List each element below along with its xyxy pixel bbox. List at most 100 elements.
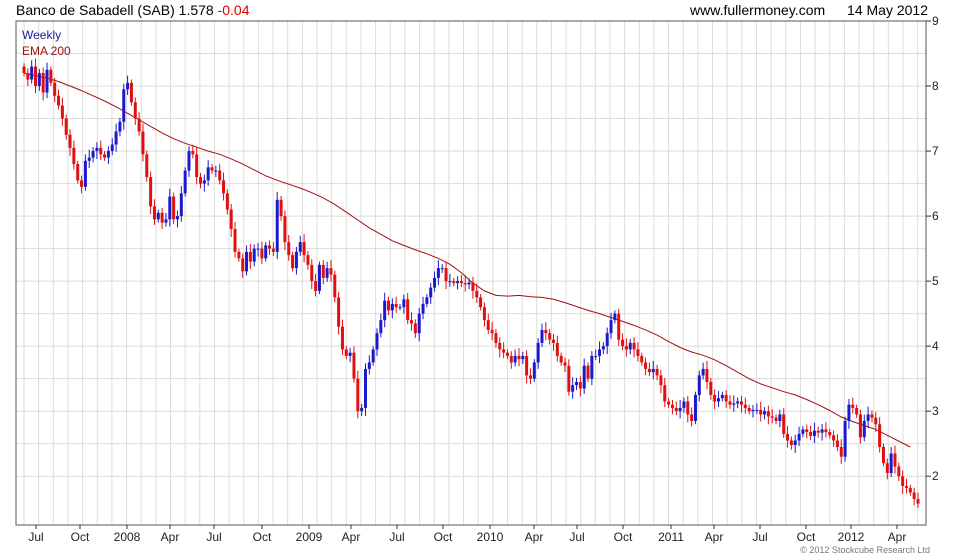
candle-body-down	[709, 381, 713, 395]
candle-body-down	[555, 342, 559, 356]
candle-body-up	[398, 307, 402, 309]
candle-body-up	[164, 219, 168, 223]
x-tick-label: Apr	[342, 530, 361, 544]
candle-body-down	[145, 154, 149, 178]
candle-body-down	[149, 177, 153, 207]
candle-body-down	[743, 404, 747, 408]
candle-body-up	[417, 313, 421, 334]
candle-body-down	[76, 164, 80, 181]
candle-body-down	[858, 414, 862, 438]
candle-body-down	[904, 485, 908, 488]
candle-body-down	[705, 368, 709, 382]
x-tick-label: Jul	[389, 530, 404, 544]
candle-body-up	[214, 170, 218, 172]
x-tick-label: Apr	[888, 530, 907, 544]
candle-body-down	[306, 255, 310, 265]
candle-body-down	[133, 102, 137, 119]
candle-body-down	[494, 333, 498, 343]
candle-body-down	[80, 180, 84, 187]
candle-body-up	[264, 245, 268, 259]
candle-body-down	[544, 329, 548, 334]
candle-body-down	[210, 167, 214, 171]
grid-lines	[16, 20, 926, 525]
candle-body-up	[820, 429, 824, 433]
candle-body-down	[218, 170, 222, 181]
candle-body-down	[509, 355, 513, 363]
x-tick-label: Jul	[569, 530, 584, 544]
candle-body-down	[195, 154, 199, 178]
candle-body-up	[751, 409, 755, 412]
x-tick-label: 2009	[296, 530, 323, 544]
candle-body-up	[95, 147, 99, 152]
candle-body-down	[828, 432, 832, 436]
candle-body-up	[245, 251, 249, 272]
candle-body-down	[129, 82, 133, 103]
x-tick-label: 2011	[658, 530, 684, 544]
candle-body-up	[575, 381, 579, 386]
candle-body-up	[168, 196, 172, 220]
candle-body-up	[605, 333, 609, 347]
candle-body-down	[636, 349, 640, 356]
candle-body-down	[287, 242, 291, 256]
y-axis: 2 3 4 5 6 7 8 9	[926, 14, 939, 483]
candle-body-down	[490, 329, 494, 334]
candle-body-down	[517, 355, 521, 360]
candle-body-down	[759, 409, 763, 415]
candle-body-down	[747, 407, 751, 412]
candle-body-down	[805, 429, 809, 433]
candle-body-down	[241, 258, 245, 272]
x-tick-label: Oct	[614, 530, 633, 544]
candle-body-down	[198, 177, 202, 184]
candle-body-up	[736, 401, 740, 404]
candle-body-down	[57, 95, 61, 106]
candle-body-down	[885, 463, 889, 473]
x-tick-label: Oct	[71, 530, 90, 544]
candle-body-down	[302, 242, 306, 256]
candle-body-up	[793, 440, 797, 446]
candle-body-down	[99, 147, 103, 155]
candle-body-down	[505, 352, 509, 356]
candle-body-down	[22, 66, 26, 74]
candle-body-up	[433, 277, 437, 288]
candle-body-down	[881, 446, 885, 464]
candle-body-up	[91, 151, 95, 158]
candle-body-down	[310, 264, 314, 282]
candle-body-up	[110, 144, 114, 152]
candle-body-down	[72, 147, 76, 165]
candle-body-up	[360, 407, 364, 412]
candle-body-up	[298, 242, 302, 252]
y-tick-label: 2	[932, 469, 939, 483]
candle-body-down	[724, 394, 728, 402]
candle-body-up	[436, 268, 440, 278]
x-tick-label: Jul	[206, 530, 221, 544]
candle-body-up	[206, 167, 210, 181]
candle-body-up	[847, 404, 851, 421]
candle-body-down	[321, 264, 325, 278]
candle-body-down	[640, 355, 644, 363]
candle-body-up	[720, 394, 724, 399]
candle-body-up	[651, 368, 655, 373]
candle-body-down	[816, 430, 820, 433]
candle-body-down	[233, 229, 237, 252]
candle-body-down	[26, 73, 30, 80]
copyright-footer: © 2012 Stockcube Research Ltd	[800, 545, 930, 555]
candle-body-down	[655, 368, 659, 376]
candle-body-down	[314, 281, 318, 291]
legend-weekly: Weekly	[22, 28, 61, 42]
candle-body-up	[202, 180, 206, 184]
candle-body-up	[294, 251, 298, 269]
candle-body-down	[248, 251, 252, 262]
x-tick-label: Oct	[797, 530, 816, 544]
candle-body-up	[801, 429, 805, 434]
candle-body-down	[34, 66, 38, 87]
candle-body-down	[559, 355, 563, 363]
candle-body-up	[467, 282, 471, 285]
candle-body-up	[114, 131, 118, 145]
candle-body-up	[763, 411, 767, 415]
candle-body-up	[156, 212, 160, 220]
candle-body-down	[344, 349, 348, 356]
candle-body-up	[371, 349, 375, 363]
candle-body-down	[870, 414, 874, 418]
candle-body-down	[279, 199, 283, 217]
candle-body-down	[621, 339, 625, 347]
